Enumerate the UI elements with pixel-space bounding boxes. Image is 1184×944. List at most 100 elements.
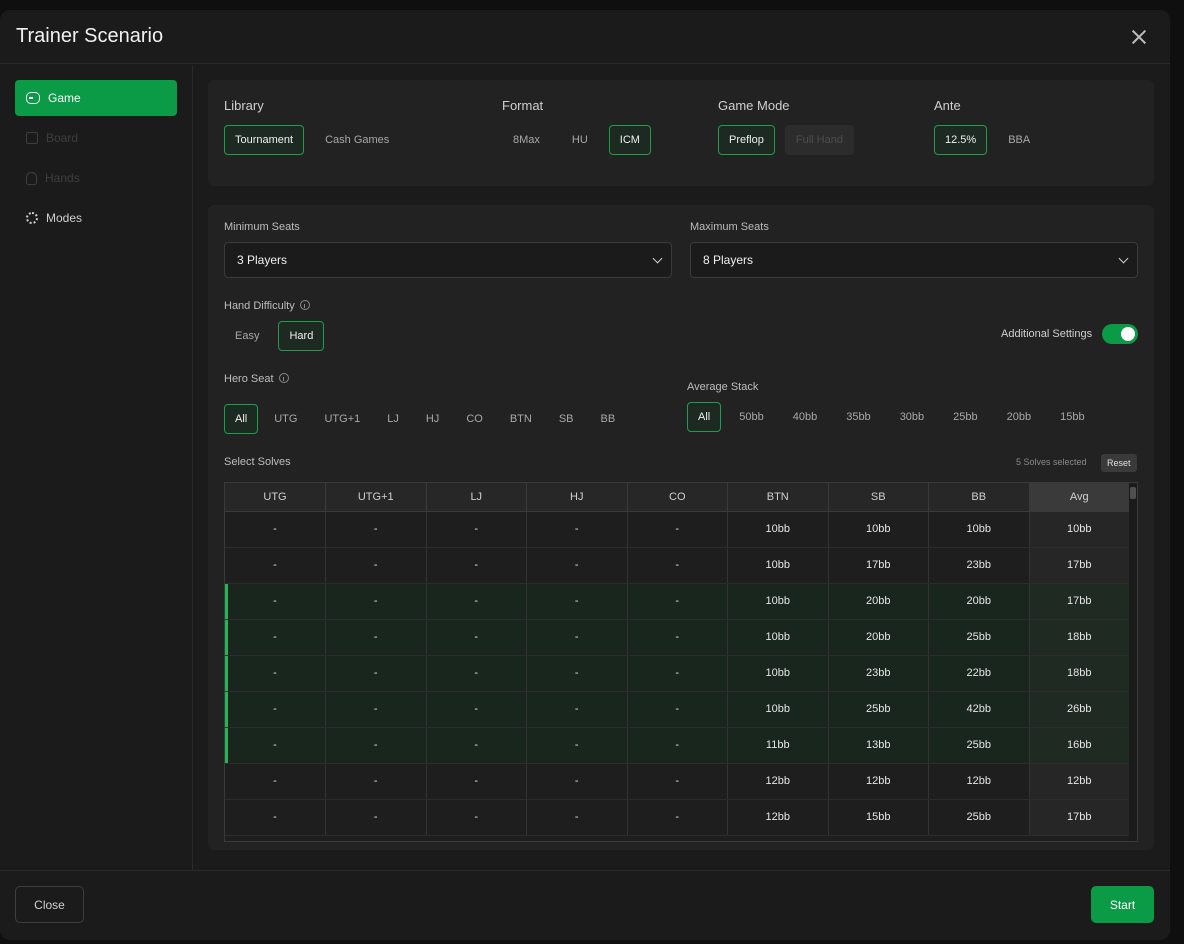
hero-seat-utg1[interactable]: UTG+1 [313,404,371,434]
table-cell: - [426,511,527,548]
column-header[interactable]: UTG+1 [325,483,427,512]
table-row[interactable]: - - - - -10bb 17bb 23bb 17bb [225,547,1130,584]
avg-stack-30bb[interactable]: 30bb [889,402,935,432]
sidebar-item-modes[interactable]: Modes [15,200,177,236]
hero-seat-sb[interactable]: SB [548,404,585,434]
modal-header: Trainer Scenario [0,10,1170,64]
close-icon[interactable] [1130,28,1148,46]
start-button[interactable]: Start [1091,886,1154,923]
avg-stack-15bb[interactable]: 15bb [1049,402,1095,432]
table-cell: - [627,655,728,692]
column-header[interactable]: BTN [727,483,829,512]
table-cell: - [627,763,728,800]
hero-seat-all[interactable]: All [224,404,259,434]
table-row[interactable]: - - - - -10bb 10bb 10bb 10bb [225,511,1130,548]
close-button[interactable]: Close [15,886,84,923]
table-cell: 23bb [828,655,929,692]
hand-difficulty-label: Hand Difficulty [224,300,310,312]
table-row[interactable]: - - - - -10bb 20bb 20bb 17bb [225,583,1130,620]
info-icon[interactable] [299,300,310,310]
min-seats-label: Minimum Seats [224,221,300,233]
scrollbar-thumb[interactable] [1130,487,1136,499]
option-tournament[interactable]: Tournament [224,125,305,155]
hero-seat-utg[interactable]: UTG [263,404,308,434]
avg-stack-all[interactable]: All [687,402,722,432]
option-8max[interactable]: 8Max [502,125,551,155]
table-cell: - [526,511,628,548]
avg-stack-50bb[interactable]: 50bb [728,402,774,432]
max-seats-label: Maximum Seats [690,221,769,233]
option-hard[interactable]: Hard [278,321,325,351]
table-cell: - [426,763,527,800]
table-cell: 10bb [727,583,829,620]
avg-stack-25bb[interactable]: 25bb [942,402,988,432]
table-cell: - [426,583,527,620]
sidebar-item-hands[interactable]: Hands [15,160,177,196]
table-cell: - [526,727,628,764]
table-row[interactable]: - - - - -11bb 13bb 25bb 16bb [225,727,1130,764]
table-cell: 20bb [928,583,1030,620]
table-cell: 20bb [828,619,929,656]
option-preflop[interactable]: Preflop [718,125,775,155]
avg-stack-35bb[interactable]: 35bb [835,402,881,432]
hero-seat-lj[interactable]: LJ [376,404,410,434]
table-cell: 26bb [1029,691,1130,728]
avg-stack-20bb[interactable]: 20bb [996,402,1042,432]
table-cell: 17bb [1029,547,1130,584]
option-full-hand[interactable]: Full Hand [784,125,854,155]
option-icm[interactable]: ICM [608,125,651,155]
select-solves-label: Select Solves [224,456,291,468]
column-header[interactable]: Avg [1029,483,1130,512]
table-row[interactable]: - - - - -12bb 15bb 25bb 17bb [225,799,1130,836]
option-hu[interactable]: HU [561,125,599,155]
info-icon[interactable] [278,373,289,383]
column-header[interactable]: SB [828,483,929,512]
table-row[interactable]: - - - - -10bb 20bb 25bb 18bb [225,619,1130,656]
column-header[interactable]: UTG [225,483,326,512]
hero-seat-btn[interactable]: BTN [499,404,543,434]
gear-icon [26,212,38,224]
column-header[interactable]: CO [627,483,728,512]
solves-table: UTG UTG+1 LJ HJ CO BTN SB BB Avg - - - - -10bb 10bb 10… [224,482,1138,842]
table-cell: 16bb [1029,727,1130,764]
reset-button[interactable]: Reset [1101,454,1137,472]
min-seats-select[interactable]: 3 Players [224,242,672,278]
format-group: Format 8Max HU ICM [502,98,651,155]
hero-seat-bb[interactable]: BB [590,404,627,434]
game-mode-group: Game Mode Preflop Full Hand [718,98,854,155]
table-cell: - [526,799,628,836]
table-cell: 20bb [828,583,929,620]
avg-stack-40bb[interactable]: 40bb [782,402,828,432]
hand-icon [26,171,37,185]
sidebar-item-board[interactable]: Board [15,120,177,156]
option-cash-games[interactable]: Cash Games [314,125,400,155]
option-bba[interactable]: BBA [997,125,1041,155]
hero-seat-co[interactable]: CO [455,404,494,434]
option-easy[interactable]: Easy [224,321,270,351]
table-row[interactable]: - - - - -10bb 25bb 42bb 26bb [225,691,1130,728]
column-header[interactable]: LJ [426,483,527,512]
table-cell: 18bb [1029,655,1130,692]
hand-difficulty-options: Easy Hard [224,321,325,351]
table-row[interactable]: - - - - -10bb 23bb 22bb 18bb [225,655,1130,692]
hero-seat-hj[interactable]: HJ [415,404,450,434]
column-header[interactable]: BB [928,483,1030,512]
table-cell: 10bb [928,511,1030,548]
scrollbar[interactable] [1129,483,1137,841]
sidebar-item-game[interactable]: Game [15,80,177,116]
library-panel: Library Tournament Cash Games Format 8Ma… [208,80,1154,186]
table-cell: - [325,655,427,692]
table-cell: 12bb [1029,763,1130,800]
modal-footer: Close Start [0,870,1170,940]
additional-settings-toggle[interactable] [1102,324,1139,344]
ante-group: Ante 12.5% BBA [934,98,1041,155]
table-row[interactable]: - - - - -12bb 12bb 12bb 12bb [225,763,1130,800]
option-ante-12-5[interactable]: 12.5% [934,125,988,155]
column-header[interactable]: HJ [526,483,628,512]
chevron-down-icon [1118,253,1129,264]
game-mode-label: Game Mode [718,98,790,113]
modal-title: Trainer Scenario [16,25,164,47]
max-seats-select[interactable]: 8 Players [690,242,1138,278]
table-cell: 22bb [928,655,1030,692]
table-cell: - [225,799,326,836]
